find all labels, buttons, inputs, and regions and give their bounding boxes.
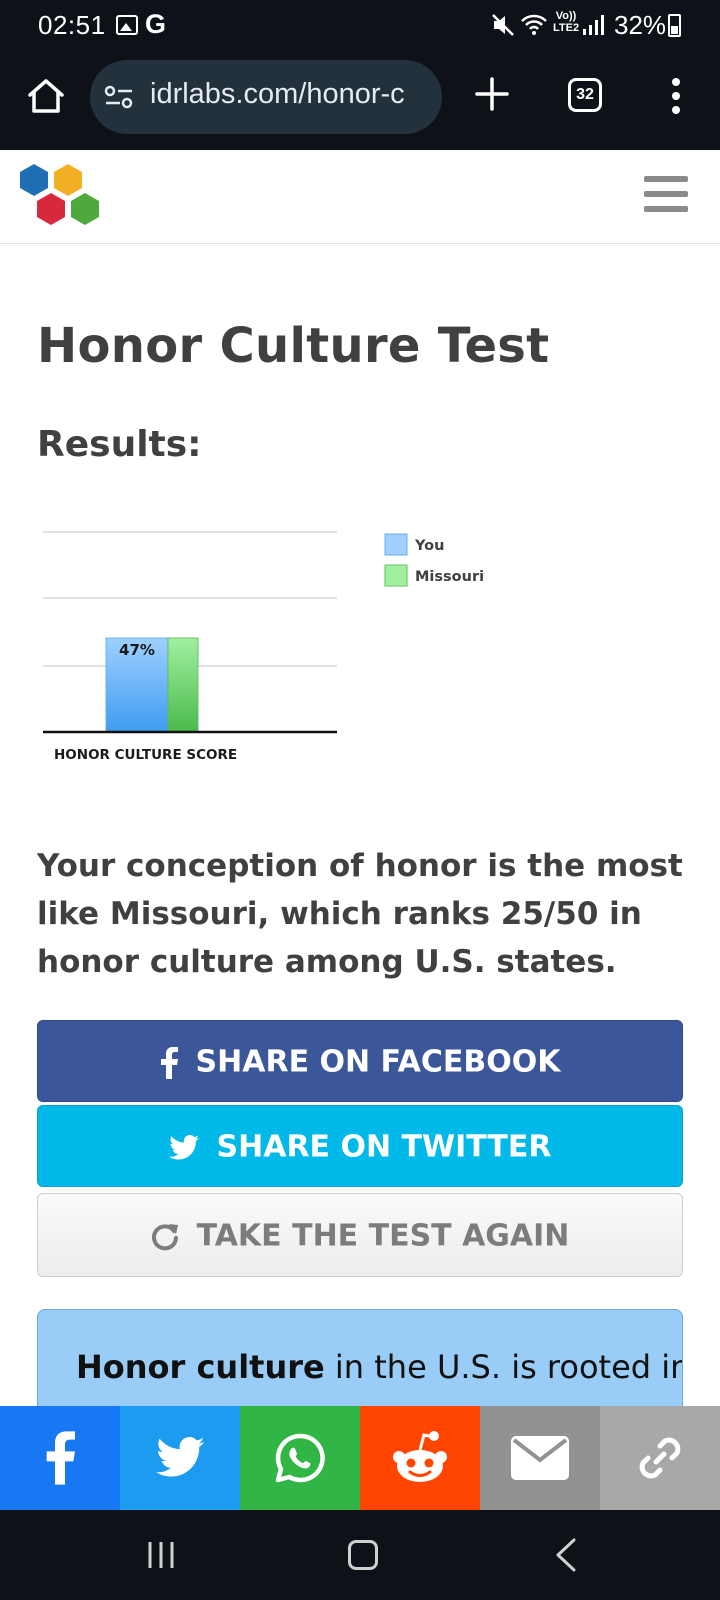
nav-home-icon[interactable] xyxy=(348,1540,378,1570)
share-strip-twitter[interactable] xyxy=(120,1406,240,1510)
site-logo[interactable] xyxy=(18,162,102,228)
link-icon xyxy=(639,1437,681,1479)
result-summary: Your conception of honor is the most lik… xyxy=(37,848,683,980)
info-text-bold: Honor culture xyxy=(76,1348,325,1386)
battery-percent: 32% xyxy=(614,10,667,40)
chart-data-label: 47% xyxy=(119,641,155,659)
twitter-icon xyxy=(156,1437,205,1477)
home-icon[interactable] xyxy=(26,76,66,116)
new-tab-icon[interactable] xyxy=(474,76,510,112)
mute-icon xyxy=(492,14,514,36)
retake-test-label: TAKE THE TEST AGAIN xyxy=(196,1218,570,1254)
site-header xyxy=(0,150,720,244)
legend-swatch-you xyxy=(384,533,408,556)
share-twitter-button[interactable]: SHARE ON TWITTER xyxy=(37,1105,683,1187)
whatsapp-icon xyxy=(275,1433,325,1483)
site-info-icon[interactable] xyxy=(104,84,134,110)
url-text[interactable]: idrlabs.com/honor-c xyxy=(150,78,405,111)
reddit-icon xyxy=(393,1431,447,1482)
info-text-rest: in the U.S. is rooted in xyxy=(324,1348,683,1386)
signal-icon xyxy=(583,15,604,35)
wifi-icon xyxy=(521,14,547,35)
legend-swatch-missouri xyxy=(384,564,408,587)
gallery-icon xyxy=(116,15,138,35)
legend-label-you: You xyxy=(414,538,444,554)
address-bar[interactable]: idrlabs.com/honor-c xyxy=(90,60,442,134)
share-strip xyxy=(0,1406,720,1510)
retake-test-button[interactable]: TAKE THE TEST AGAIN xyxy=(37,1193,683,1277)
share-strip-copy-link[interactable] xyxy=(600,1406,720,1510)
info-text: Honor culture in the U.S. is rooted in xyxy=(76,1348,683,1386)
share-twitter-label: SHARE ON TWITTER xyxy=(216,1129,552,1165)
share-facebook-label: SHARE ON FACEBOOK xyxy=(195,1044,561,1080)
status-time: 02:51 xyxy=(38,10,106,40)
facebook-icon xyxy=(46,1431,75,1485)
facebook-icon xyxy=(160,1046,178,1079)
results-heading: Results: xyxy=(37,424,202,465)
share-strip-reddit[interactable] xyxy=(360,1406,480,1510)
back-icon[interactable] xyxy=(554,1538,578,1572)
menu-dots-icon[interactable] xyxy=(664,76,688,116)
share-strip-facebook[interactable] xyxy=(0,1406,120,1510)
recent-apps-icon[interactable] xyxy=(146,1540,176,1570)
chart-bars: 47% xyxy=(105,637,199,733)
legend-label-missouri: Missouri xyxy=(415,569,484,585)
refresh-icon xyxy=(151,1223,178,1250)
status-bar: 02:51 G Vo)) LTE2 32% xyxy=(0,0,720,52)
page-title: Honor Culture Test xyxy=(37,318,550,374)
results-chart: 47% HONOR CULTURE SCORE You Missouri xyxy=(43,531,484,763)
system-nav-bar xyxy=(0,1510,720,1600)
share-strip-whatsapp[interactable] xyxy=(240,1406,360,1510)
battery-icon xyxy=(668,14,681,37)
volte-icon: Vo)) LTE2 xyxy=(553,10,580,34)
share-strip-email[interactable] xyxy=(480,1406,600,1510)
google-icon: G xyxy=(145,9,167,39)
share-facebook-button[interactable]: SHARE ON FACEBOOK xyxy=(37,1020,683,1102)
chart-legend: You Missouri xyxy=(384,533,484,587)
tab-switcher-button[interactable]: 32 xyxy=(568,78,602,112)
email-icon xyxy=(511,1436,569,1480)
twitter-icon xyxy=(168,1134,199,1159)
chart-bar-missouri xyxy=(167,637,199,733)
browser-toolbar: idrlabs.com/honor-c 32 xyxy=(0,52,720,150)
chart-category-label: HONOR CULTURE SCORE xyxy=(54,747,237,763)
hamburger-menu-icon[interactable] xyxy=(644,176,688,216)
